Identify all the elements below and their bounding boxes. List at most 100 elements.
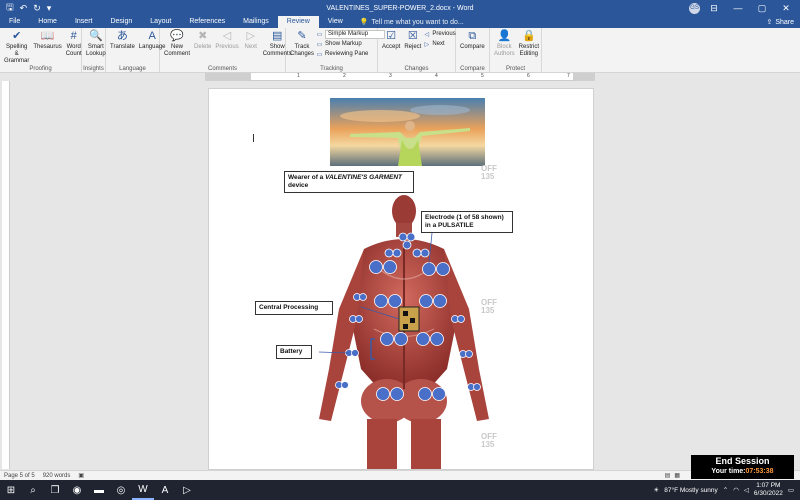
- taskbar: ⊞ ⌕ ❐ ◉ ▬ ◎ W A ▷ ☀ 87°F Mostly sunny ⌃ …: [0, 480, 800, 500]
- electrode-hex: [457, 315, 465, 323]
- electrode-hex: [355, 315, 363, 323]
- show-comments-icon: ▤: [272, 29, 283, 42]
- markup-select[interactable]: ▭ Simple Markup: [316, 29, 386, 39]
- wifi-icon[interactable]: ◠: [733, 486, 739, 494]
- callout-central-processing[interactable]: Central Processing: [255, 301, 333, 315]
- word-count[interactable]: 920 words: [43, 473, 71, 479]
- tab-insert[interactable]: Insert: [66, 16, 102, 28]
- edge-icon[interactable]: ◉: [66, 480, 88, 500]
- word-app-icon[interactable]: W: [132, 480, 154, 500]
- group-label-protect: Protect: [505, 66, 525, 72]
- tab-design[interactable]: Design: [101, 16, 141, 28]
- tab-review[interactable]: Review: [277, 16, 319, 28]
- watermark-label: OFF 135: [481, 164, 497, 181]
- clock[interactable]: 1:07 PM 6/30/2022: [754, 482, 783, 498]
- electrode-hex: [398, 232, 408, 242]
- undo-icon[interactable]: ↶: [20, 3, 28, 14]
- title-bar: 🖫 ↶ ↻ ▾ VALENTINES_SUPER-POWER_2.docx - …: [0, 0, 800, 16]
- vertical-ruler[interactable]: [2, 81, 10, 469]
- tab-mailings[interactable]: Mailings: [234, 16, 278, 28]
- horizontal-ruler[interactable]: 1 2 3 4 5 6 7: [205, 73, 595, 81]
- notifications-icon[interactable]: ▭: [788, 486, 794, 494]
- clock-time: 1:07 PM: [756, 482, 781, 489]
- weather-text[interactable]: 87°F Mostly sunny: [664, 487, 718, 494]
- hero-photo[interactable]: [330, 98, 485, 166]
- callout-wearer[interactable]: Wearer of a VALENTINE'S GARMENT device: [284, 171, 414, 193]
- share-icon: ⇪: [766, 19, 773, 26]
- ruler-number: 4: [435, 73, 438, 79]
- language-icon: A: [148, 29, 156, 42]
- tab-layout[interactable]: Layout: [141, 16, 180, 28]
- text-cursor: [253, 134, 254, 142]
- ribbon-options-icon[interactable]: ⊟: [704, 3, 724, 14]
- ruler-number: 3: [389, 73, 392, 79]
- task-view-icon[interactable]: ❐: [44, 480, 66, 500]
- electrode-hex: [380, 332, 394, 346]
- volume-icon[interactable]: ◁: [744, 486, 749, 494]
- electrode-hex: [390, 387, 404, 401]
- page-count[interactable]: Page 5 of 5: [4, 473, 35, 479]
- minimize-button[interactable]: —: [728, 3, 748, 13]
- previous-change-icon: ◁: [424, 31, 430, 38]
- tab-file[interactable]: File: [0, 16, 29, 28]
- electrode-hex: [374, 294, 388, 308]
- print-layout-icon[interactable]: ▦: [674, 472, 680, 479]
- electrode-hex: [402, 240, 412, 250]
- electrode-hex: [376, 387, 390, 401]
- markup-icon: ▭: [316, 31, 323, 38]
- avatar[interactable]: GS: [689, 2, 700, 14]
- ruler-number: 1: [297, 73, 300, 79]
- restrict-editing-icon: 🔒: [521, 29, 536, 42]
- group-label-insights: Insights: [83, 66, 104, 72]
- show-markup-button[interactable]: ▭ Show Markup: [316, 40, 385, 48]
- video-app-icon[interactable]: ▷: [176, 480, 198, 500]
- electrode-hex: [465, 350, 473, 358]
- windows-start-icon[interactable]: ⊞: [0, 480, 22, 500]
- save-icon[interactable]: 🖫: [6, 0, 14, 16]
- next-comment-icon: ▷: [246, 29, 255, 42]
- share-button[interactable]: ⇪ Share: [766, 18, 794, 27]
- document-page[interactable]: OFF 135 OFF 135 OFF 135 Wearer of a VALE…: [208, 88, 594, 470]
- tell-me-text: Tell me what you want to do...: [371, 18, 464, 26]
- ruler-number: 7: [567, 73, 570, 79]
- electrode-hex: [430, 332, 444, 346]
- group-label-compare: Compare: [460, 66, 485, 72]
- reviewing-pane-button[interactable]: ▭ Reviewing Pane: [316, 50, 385, 58]
- electrode-hex: [420, 248, 430, 258]
- tell-me-box[interactable]: 💡 Tell me what you want to do...: [360, 18, 464, 27]
- customize-qa-icon[interactable]: ▾: [47, 3, 52, 14]
- callout-battery[interactable]: Battery: [276, 345, 312, 359]
- electrode-hex: [369, 260, 383, 274]
- read-mode-icon[interactable]: ▤: [665, 472, 671, 479]
- acrobat-icon[interactable]: A: [154, 480, 176, 500]
- weather-icon[interactable]: ☀: [653, 486, 659, 494]
- group-comments: 💬 New Comment ✖ Delete ◁ Previous ▷ Next ▤ Sh…: [160, 28, 292, 73]
- electrode-hex: [406, 232, 416, 242]
- callout-electrode[interactable]: Electrode (1 of 58 shown) in a PULSATILE: [421, 211, 513, 233]
- file-explorer-icon[interactable]: ▬: [88, 480, 110, 500]
- chrome-icon[interactable]: ◎: [110, 480, 132, 500]
- next-change-icon: ▷: [424, 41, 430, 48]
- search-icon[interactable]: ⌕: [22, 480, 44, 500]
- reviewing-pane-icon: ▭: [316, 51, 323, 58]
- group-tracking: ✎ Track Changes ▭ Simple Markup ▭ Show Mark…: [286, 28, 386, 73]
- watermark-label: OFF 135: [481, 298, 497, 315]
- tray-chevron-icon[interactable]: ⌃: [723, 486, 728, 494]
- group-label-changes: Changes: [404, 66, 429, 72]
- share-label: Share: [775, 18, 794, 26]
- next-change-button[interactable]: ▷ Next: [423, 40, 455, 48]
- new-comment-icon: 💬: [170, 29, 184, 42]
- end-session-overlay[interactable]: End Session Your time:07:53:38: [691, 455, 794, 479]
- close-button[interactable]: ✕: [776, 3, 796, 14]
- word-count-icon: #: [70, 29, 77, 42]
- tab-home[interactable]: Home: [29, 16, 66, 28]
- end-session-title: End Session: [715, 456, 770, 466]
- tab-references[interactable]: References: [180, 16, 234, 28]
- thesaurus-icon: 📖: [40, 29, 55, 42]
- previous-change-button[interactable]: ◁ Previous: [423, 30, 456, 38]
- tab-view[interactable]: View: [319, 16, 352, 28]
- previous-comment-icon: ◁: [222, 29, 232, 42]
- proofing-status-icon[interactable]: ▣: [78, 472, 84, 479]
- maximize-button[interactable]: ▢: [752, 3, 772, 14]
- redo-icon[interactable]: ↻: [33, 3, 41, 14]
